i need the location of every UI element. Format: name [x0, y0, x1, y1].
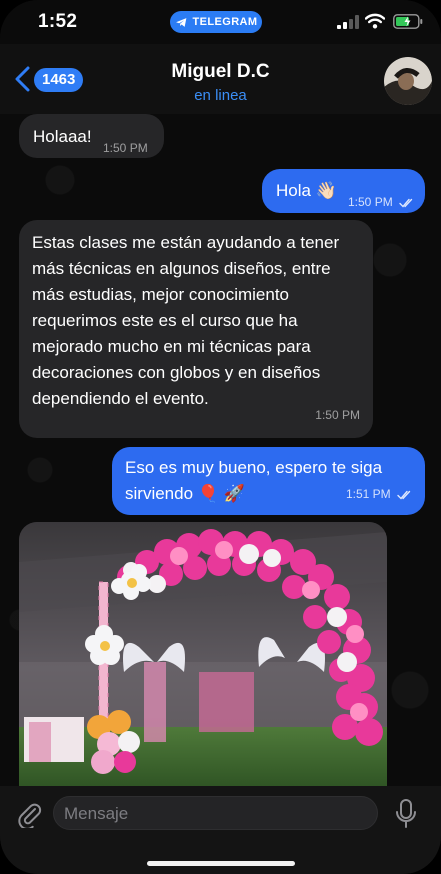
photo-message[interactable]	[19, 522, 387, 788]
message-time: 1:50 PM	[315, 408, 360, 422]
status-bar: 1:52 TELEGRAM	[0, 0, 441, 44]
microphone-icon[interactable]	[396, 799, 416, 829]
telegram-pill[interactable]: TELEGRAM	[170, 11, 262, 33]
message-time: 1:50 PM	[348, 195, 393, 209]
attach-paperclip-icon[interactable]	[16, 800, 42, 828]
message-meta: 1:50 PM	[348, 189, 415, 215]
signal-icon	[337, 15, 359, 29]
message-input-placeholder: Mensaje	[64, 804, 129, 823]
message-outgoing[interactable]: Eso es muy bueno, espero te siga sirvien…	[112, 447, 425, 515]
wifi-icon	[365, 13, 385, 29]
contact-avatar[interactable]	[384, 57, 432, 105]
contact-status: en linea	[194, 87, 247, 104]
message-text: Hola 👋🏻	[276, 181, 337, 200]
avatar-photo	[384, 57, 432, 105]
message-incoming[interactable]: Holaaa! 1:50 PM	[19, 114, 164, 158]
message-incoming[interactable]: Estas clases me están ayudando a tener m…	[19, 220, 373, 438]
status-time: 1:52	[38, 11, 78, 32]
message-input-bar: Mensaje	[0, 786, 441, 874]
contact-name[interactable]: Miguel D.C	[0, 61, 441, 83]
message-input[interactable]: Mensaje	[53, 796, 378, 830]
chat-header: 1463 Miguel D.C en linea	[0, 44, 441, 114]
message-time: 1:51 PM	[345, 487, 391, 501]
message-meta: 1:51 PM	[346, 481, 413, 507]
read-checks-icon	[399, 198, 413, 208]
balloon-arch-photo	[19, 522, 387, 788]
home-indicator[interactable]	[147, 861, 295, 866]
telegram-pill-label: TELEGRAM	[192, 16, 258, 28]
message-time: 1:50 PM	[103, 141, 148, 155]
message-text: Estas clases me están ayudando a tener m…	[32, 233, 340, 408]
message-outgoing[interactable]: Hola 👋🏻 1:50 PM	[262, 169, 425, 213]
battery-icon	[393, 14, 423, 29]
telegram-plane-icon	[175, 17, 186, 27]
message-text: Holaaa!	[33, 127, 92, 146]
read-checks-icon	[397, 490, 411, 500]
phone-screen: 1:52 TELEGRAM 1463 Miguel D.C en linea H…	[0, 0, 441, 874]
